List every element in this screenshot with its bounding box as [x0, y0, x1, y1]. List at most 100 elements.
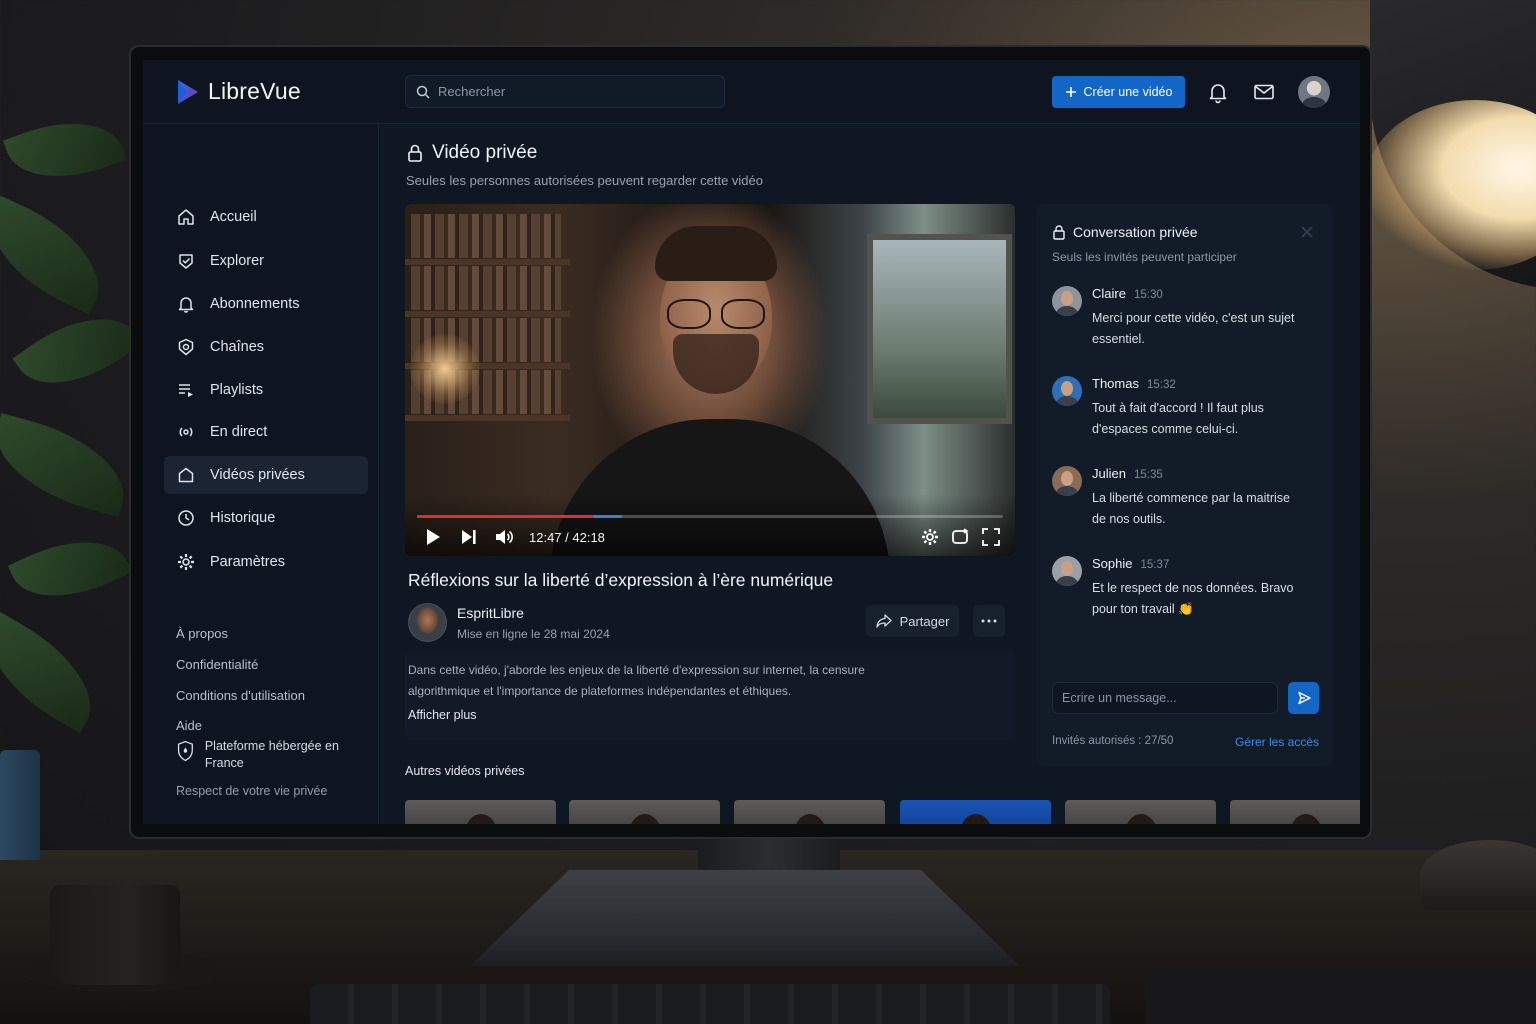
sidebar-item-label: Abonnements — [210, 296, 300, 312]
more-horizontal-icon — [981, 619, 997, 623]
sidebar-item-accueil[interactable]: Accueil — [164, 198, 368, 236]
more-options-button[interactable] — [973, 605, 1005, 637]
create-video-label: Créer une vidéo — [1083, 85, 1173, 99]
other-videos-title: Autres vidéos privées — [405, 764, 525, 778]
search-input[interactable] — [438, 84, 698, 99]
chat-message-header: Claire 15:30 — [1092, 286, 1163, 301]
link-aide[interactable]: Aide — [176, 718, 202, 733]
upload-date: Mise en ligne le 28 mai 2024 — [457, 627, 610, 641]
hosted-text: Plateforme hébergée en France — [204, 739, 339, 770]
chat-time: 15:30 — [1133, 289, 1163, 301]
sidebar-item-videos-privees[interactable]: Vidéos privées — [164, 456, 368, 494]
chat-author: Claire — [1092, 286, 1126, 301]
settings-icon[interactable] — [920, 527, 940, 547]
hosted-info: Plateforme hébergée en France — [176, 738, 356, 772]
manage-access-link[interactable]: Gérer les accès — [1235, 735, 1319, 749]
loop-icon[interactable] — [950, 527, 970, 547]
channel-icon — [178, 338, 194, 356]
channel-avatar[interactable] — [408, 603, 447, 642]
private-chat-panel: Conversation privée Seuls les invités pe… — [1036, 204, 1333, 766]
gear-icon — [178, 554, 194, 570]
link-conditions[interactable]: Conditions d'utilisation — [176, 688, 305, 703]
search-box[interactable] — [405, 75, 725, 108]
progress-played — [417, 515, 594, 518]
link-a-propos[interactable]: À propos — [176, 626, 228, 641]
sidebar-item-abonnements[interactable]: Abonnements — [164, 285, 368, 323]
privacy-text: Respect de votre vie privée — [176, 784, 328, 798]
send-button[interactable] — [1288, 682, 1319, 714]
chat-title: Conversation privée — [1052, 224, 1198, 240]
chat-message-input[interactable] — [1052, 682, 1278, 714]
lock-icon — [408, 144, 422, 162]
app-logo[interactable]: LibreVue — [176, 78, 301, 105]
close-icon[interactable] — [1301, 226, 1313, 238]
sidebar-item-label: Chaînes — [210, 339, 265, 355]
link-confidentialite[interactable]: Confidentialité — [176, 657, 258, 672]
next-icon[interactable] — [459, 527, 479, 547]
chat-text: Merci pour cette vidéo, c'est un sujet e… — [1092, 311, 1295, 346]
chat-time: 15:37 — [1140, 559, 1170, 571]
sidebar-item-historique[interactable]: Historique — [164, 499, 368, 537]
chat-text: Tout à fait d'accord ! Il faut plus d'es… — [1092, 401, 1264, 436]
volume-icon[interactable] — [494, 527, 514, 547]
video-thumbnail[interactable] — [1065, 800, 1216, 824]
search-icon — [416, 85, 430, 99]
mail-icon[interactable] — [1252, 80, 1276, 104]
chat-message-header: Sophie 15:37 — [1092, 556, 1169, 571]
history-icon — [178, 510, 194, 526]
keyboard — [310, 984, 1110, 1024]
user-avatar[interactable] — [1298, 76, 1330, 108]
sidebar-item-parametres[interactable]: Paramètres — [164, 543, 368, 581]
video-thumbnail[interactable] — [405, 800, 556, 824]
chat-avatar — [1052, 286, 1082, 316]
video-thumbnail[interactable] — [1230, 800, 1360, 824]
home-icon — [178, 209, 194, 225]
chat-subtitle: Seuls les invités peuvent participer — [1052, 250, 1237, 264]
notification-bell-icon[interactable] — [1206, 80, 1230, 104]
fullscreen-icon[interactable] — [981, 527, 1001, 547]
sidebar-item-label: En direct — [210, 424, 268, 440]
page-title: Vidéo privée — [406, 142, 537, 164]
plus-icon — [1065, 87, 1076, 97]
page-title-text: Vidéo privée — [432, 142, 538, 163]
sidebar-item-label: Historique — [210, 510, 276, 526]
chat-time: 15:32 — [1146, 379, 1176, 391]
sidebar: Accueil Explorer Abonnements Chaînes Pla… — [143, 124, 379, 824]
top-bar: LibreVue Créer une vidéo — [143, 60, 1360, 124]
chat-author: Thomas — [1092, 376, 1139, 391]
sidebar-item-explorer[interactable]: Explorer — [164, 242, 368, 280]
sidebar-item-label: Vidéos privées — [210, 467, 305, 483]
video-progress-bar[interactable] — [417, 515, 1003, 518]
chat-avatar — [1052, 556, 1082, 586]
invited-count: Invités autorisés : 27/50 — [1052, 735, 1174, 747]
chat-time: 15:35 — [1133, 469, 1163, 481]
video-thumbnail[interactable] — [900, 800, 1051, 824]
mug — [50, 885, 180, 985]
sidebar-item-chaines[interactable]: Chaînes — [164, 328, 368, 366]
sidebar-item-en-direct[interactable]: En direct — [164, 413, 368, 451]
video-thumbnail[interactable] — [734, 800, 885, 824]
live-icon — [179, 427, 193, 437]
chat-title-text: Conversation privée — [1073, 224, 1198, 240]
video-player[interactable]: 12:47 / 42:18 — [405, 204, 1015, 556]
video-title: Réflexions sur la liberté d’expression à… — [408, 570, 834, 590]
mousepad — [1145, 968, 1536, 1024]
sidebar-item-label: Playlists — [210, 382, 264, 398]
video-thumbnail[interactable] — [569, 800, 720, 824]
create-video-button[interactable]: Créer une vidéo — [1052, 76, 1185, 108]
sidebar-item-label: Explorer — [210, 253, 264, 269]
chat-text: La liberté commence par la maitrise de n… — [1092, 491, 1290, 526]
shield-icon — [177, 740, 193, 762]
chat-author: Julien — [1092, 466, 1126, 481]
app-screen: LibreVue Créer une vidéo Accueil Explore… — [143, 60, 1360, 824]
channel-name[interactable]: EspritLibre — [457, 605, 524, 621]
sidebar-item-playlists[interactable]: Playlists — [164, 371, 368, 409]
chat-text: Et le respect de nos données. Bravo pour… — [1092, 581, 1294, 616]
play-icon[interactable] — [423, 527, 443, 547]
chat-message-header: Julien 15:35 — [1092, 466, 1163, 481]
share-button[interactable]: Partager — [866, 605, 959, 637]
chat-author: Sophie — [1092, 556, 1133, 571]
show-more-link[interactable]: Afficher plus — [408, 708, 477, 722]
video-description: Dans cette vidéo, j'aborde les enjeux de… — [408, 663, 865, 698]
share-label: Partager — [899, 613, 950, 629]
